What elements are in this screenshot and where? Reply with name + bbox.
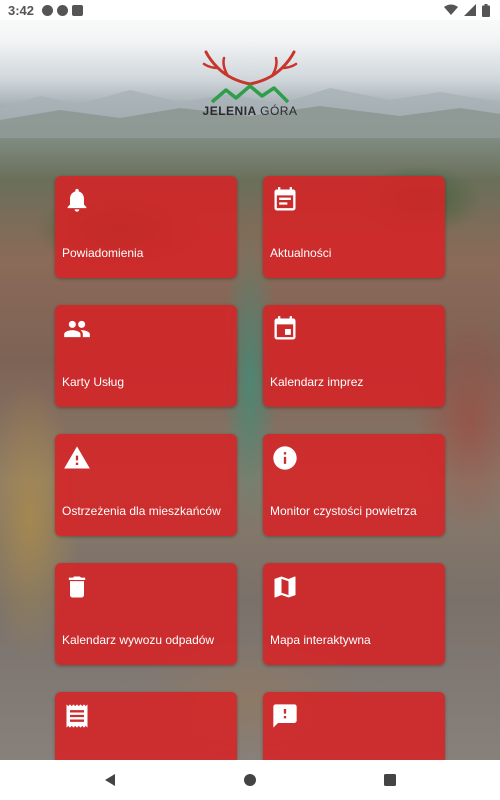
tile-powiadomienia[interactable]: Powiadomienia (55, 176, 237, 278)
app-notification-icon (57, 4, 69, 16)
receipt-icon (66, 704, 88, 728)
status-time: 3:42 (8, 2, 35, 18)
status-bar: 3:42 (0, 0, 500, 20)
tile-monitor-powietrza[interactable]: Monitor czystości powietrza (263, 434, 445, 536)
tile-ostrzezenia[interactable]: Ostrzeżenia dla mieszkańców (55, 434, 237, 536)
tile-label: Ostrzeżenia dla mieszkańców (62, 504, 221, 518)
people-icon (64, 320, 90, 338)
tile-wywoz-odpadow[interactable]: Kalendarz wywozu odpadów (55, 563, 237, 665)
signal-icon (464, 4, 476, 16)
antlers-logo-icon (202, 50, 298, 104)
logo-text-light: GÓRA (260, 104, 298, 118)
tile-feedback[interactable] (263, 692, 445, 760)
logo-text: JELENIA GÓRA (200, 104, 300, 118)
trash-icon (68, 576, 86, 598)
battery-icon (482, 3, 490, 17)
logo-text-bold: JELENIA (202, 104, 257, 118)
map-icon (274, 576, 296, 598)
feedback-icon (273, 704, 297, 728)
jelenia-gora-logo: JELENIA GÓRA (200, 50, 300, 122)
tile-label: Aktualności (270, 246, 332, 260)
home-button[interactable] (230, 760, 270, 800)
sd-card-icon (72, 4, 84, 16)
tile-label: Kalendarz imprez (270, 375, 364, 389)
back-triangle-icon (105, 774, 115, 786)
recents-button[interactable] (370, 760, 410, 800)
calendar-icon (274, 316, 296, 340)
tile-label: Monitor czystości powietrza (270, 504, 417, 518)
recents-square-icon (384, 774, 396, 786)
tile-label: Kalendarz wywozu odpadów (62, 633, 215, 647)
gear-notification-icon (42, 4, 54, 16)
navigation-bar (0, 760, 500, 800)
tile-kalendarz-imprez[interactable]: Kalendarz imprez (263, 305, 445, 407)
back-button[interactable] (90, 760, 130, 800)
info-icon (273, 446, 297, 470)
tile-karty-uslug[interactable]: Karty Usług (55, 305, 237, 407)
bell-icon (67, 188, 87, 212)
tile-label: Powiadomienia (62, 246, 144, 260)
tile-label: Karty Usług (62, 375, 125, 389)
tile-receipt[interactable] (55, 692, 237, 760)
wifi-icon (444, 4, 458, 15)
tile-label: Mapa interaktywna (270, 633, 371, 647)
home-circle-icon (244, 774, 256, 786)
tile-mapa[interactable]: Mapa interaktywna (263, 563, 445, 665)
news-icon (274, 187, 296, 211)
tile-aktualnosci[interactable]: Aktualności (263, 176, 445, 278)
warning-icon (64, 446, 90, 469)
